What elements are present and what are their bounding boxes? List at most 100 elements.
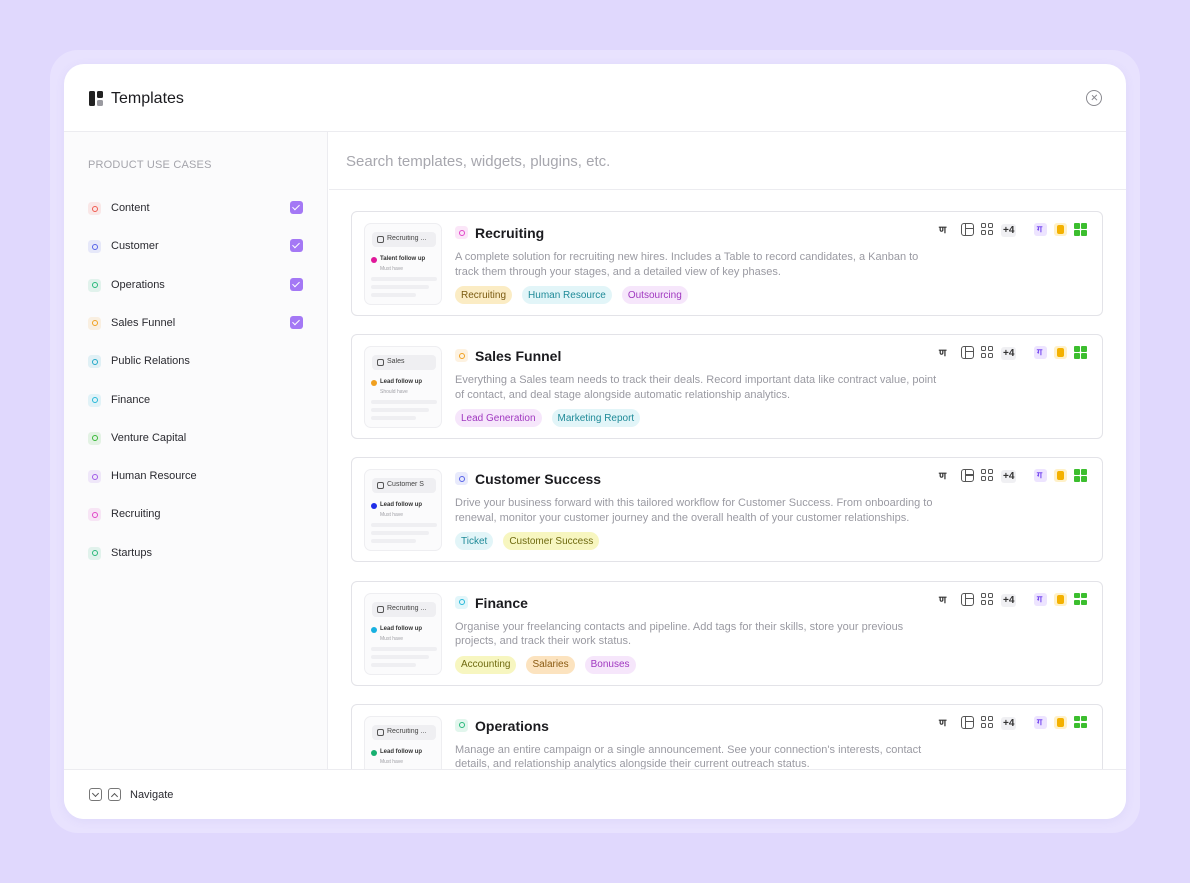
preview-sub: Must have bbox=[380, 512, 404, 519]
sidebar-item-label: Venture Capital bbox=[111, 431, 187, 444]
arrow-down-key-icon bbox=[89, 788, 102, 801]
template-list: Recruiting ... Talent follow up Must hav… bbox=[329, 190, 1126, 769]
preview-line: Lead follow up bbox=[380, 379, 422, 386]
more-widgets-count[interactable]: +4 bbox=[1001, 593, 1017, 607]
sidebar-item-public-relations[interactable]: Public Relations bbox=[64, 348, 328, 376]
sidebar-heading: PRODUCT USE CASES bbox=[88, 159, 212, 171]
tag-list: Lead Generation Marketing Report bbox=[455, 409, 641, 428]
checkbox-checked-icon[interactable] bbox=[290, 201, 303, 214]
category-icon bbox=[88, 240, 101, 254]
sidebar-item-venture-capital[interactable]: Venture Capital bbox=[64, 425, 328, 453]
table-view-icon[interactable] bbox=[961, 592, 974, 606]
plugin-purple-icon[interactable] bbox=[1034, 468, 1047, 483]
sidebar-item-sales-funnel[interactable]: Sales Funnel bbox=[64, 310, 328, 338]
tag-badge[interactable]: Accounting bbox=[455, 655, 517, 674]
sidebar-item-finance[interactable]: Finance bbox=[64, 387, 328, 415]
preview-sub: Must have bbox=[380, 758, 404, 765]
hindi-text-icon[interactable]: ण bbox=[939, 222, 952, 236]
more-widgets-count[interactable]: +4 bbox=[1001, 470, 1017, 484]
preview-pill: Sales bbox=[372, 355, 436, 371]
status-dot bbox=[371, 626, 377, 633]
template-card-sales-funnel[interactable]: Sales Lead follow up Should have Sales F… bbox=[351, 334, 1103, 440]
category-icon bbox=[88, 470, 101, 484]
template-card-finance[interactable]: Recruiting ... Lead follow up Must have … bbox=[351, 580, 1103, 686]
plugin-yellow-icon[interactable] bbox=[1054, 223, 1067, 236]
tag-badge[interactable]: Human Resource bbox=[522, 286, 612, 304]
close-icon[interactable] bbox=[1086, 90, 1102, 106]
more-widgets-count[interactable]: +4 bbox=[1001, 224, 1017, 237]
checkbox-checked-icon[interactable] bbox=[290, 315, 303, 329]
tag-badge[interactable]: Ticket bbox=[455, 532, 494, 551]
plugin-yellow-icon[interactable] bbox=[1054, 346, 1067, 360]
plugin-purple-icon[interactable] bbox=[1034, 715, 1047, 729]
tag-badge[interactable]: Customer Success bbox=[503, 532, 600, 551]
table-view-icon[interactable] bbox=[961, 469, 974, 483]
hindi-text-icon[interactable]: ण bbox=[939, 715, 952, 729]
sidebar-item-customer[interactable]: Customer bbox=[64, 233, 328, 261]
more-widgets-count[interactable]: +4 bbox=[1001, 716, 1017, 730]
plugin-purple-icon[interactable] bbox=[1034, 592, 1047, 606]
hindi-text-icon[interactable]: ण bbox=[939, 468, 952, 482]
template-description: Drive your business forward with this ta… bbox=[455, 497, 933, 524]
plugin-green-grid-icon[interactable] bbox=[1074, 592, 1087, 606]
hindi-text-icon[interactable]: ण bbox=[939, 592, 952, 606]
sidebar-item-startups[interactable]: Startups bbox=[64, 540, 328, 568]
more-widgets-count[interactable]: +4 bbox=[1001, 347, 1017, 361]
preview-line: Lead follow up bbox=[380, 625, 422, 632]
grid-view-icon[interactable] bbox=[981, 715, 994, 729]
modal-header: Templates bbox=[64, 64, 1126, 132]
preview-bar bbox=[371, 285, 429, 289]
hindi-text-icon[interactable]: ण bbox=[939, 345, 952, 359]
plugin-yellow-icon[interactable] bbox=[1054, 592, 1067, 606]
sidebar-item-label: Operations bbox=[111, 278, 165, 291]
plugin-purple-icon[interactable] bbox=[1034, 222, 1047, 236]
tag-badge[interactable]: Recruiting bbox=[455, 286, 513, 304]
plugin-green-grid-icon[interactable] bbox=[1074, 223, 1087, 236]
template-card-recruiting[interactable]: Recruiting ... Talent follow up Must hav… bbox=[351, 211, 1103, 316]
template-category-icon bbox=[455, 472, 468, 486]
grid-view-icon[interactable] bbox=[981, 346, 994, 359]
plugin-green-grid-icon[interactable] bbox=[1074, 346, 1087, 359]
plugin-green-grid-icon[interactable] bbox=[1074, 715, 1087, 729]
category-icon bbox=[88, 278, 101, 292]
template-card-customer-success[interactable]: Customer S Lead follow up Must have Cust… bbox=[351, 457, 1103, 563]
template-description: A complete solution for recruiting new h… bbox=[455, 251, 919, 278]
checkbox-checked-icon[interactable] bbox=[290, 239, 303, 253]
template-category-icon bbox=[455, 718, 468, 732]
grid-view-icon[interactable] bbox=[981, 469, 994, 482]
template-category-icon bbox=[455, 349, 468, 363]
template-title: Sales Funnel bbox=[475, 348, 562, 365]
table-view-icon[interactable] bbox=[961, 223, 974, 236]
status-dot bbox=[371, 503, 377, 510]
sidebar-item-content[interactable]: Content bbox=[64, 195, 328, 223]
tag-list: Accounting Salaries Bonuses bbox=[455, 655, 636, 674]
sidebar-item-recruiting[interactable]: Recruiting bbox=[64, 501, 328, 529]
preview-sub: Must have bbox=[380, 266, 404, 272]
template-preview: Sales Lead follow up Should have bbox=[364, 346, 442, 429]
plugin-yellow-icon[interactable] bbox=[1054, 469, 1067, 483]
plugin-green-grid-icon[interactable] bbox=[1074, 469, 1087, 482]
table-view-icon[interactable] bbox=[961, 346, 974, 360]
tag-badge[interactable]: Bonuses bbox=[584, 655, 636, 674]
grid-view-icon[interactable] bbox=[981, 592, 994, 606]
template-card-operations[interactable]: Recruiting ... Lead follow up Must have … bbox=[351, 703, 1103, 769]
tag-badge[interactable]: Marketing Report bbox=[551, 409, 641, 428]
template-description: Organise your freelancing contacts and p… bbox=[455, 620, 904, 648]
preview-bar bbox=[371, 654, 429, 659]
sidebar-item-operations[interactable]: Operations bbox=[64, 272, 328, 300]
search-input[interactable] bbox=[346, 148, 1086, 174]
tag-badge[interactable]: Lead Generation bbox=[455, 409, 542, 428]
preview-bar bbox=[371, 293, 416, 297]
preview-bar bbox=[371, 523, 437, 528]
checkbox-checked-icon[interactable] bbox=[290, 277, 303, 291]
plugin-yellow-icon[interactable] bbox=[1054, 715, 1067, 729]
plugin-purple-icon[interactable] bbox=[1034, 345, 1047, 360]
tag-badge[interactable]: Salaries bbox=[526, 655, 575, 674]
navigate-label: Navigate bbox=[130, 789, 174, 801]
grid-view-icon[interactable] bbox=[981, 223, 994, 236]
tag-badge[interactable]: Outsourcing bbox=[621, 286, 688, 304]
table-view-icon[interactable] bbox=[961, 715, 974, 729]
templates-modal: Templates PRODUCT USE CASES Content Custo… bbox=[64, 64, 1126, 819]
sidebar-item-human-resource[interactable]: Human Resource bbox=[64, 463, 328, 491]
table-icon bbox=[377, 359, 384, 367]
